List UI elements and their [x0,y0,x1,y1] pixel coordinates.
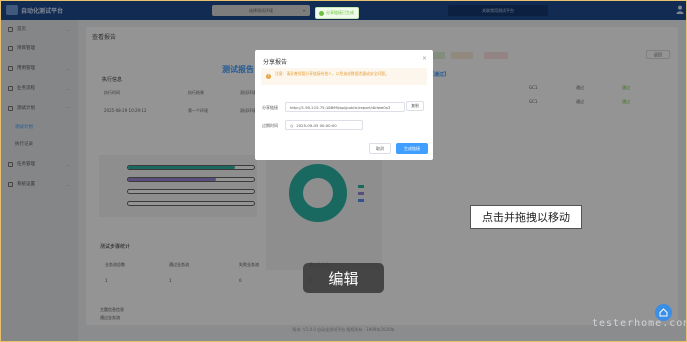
clock-icon: ◷ [290,122,294,128]
warning-alert: ! 注意：请妥善保管分享链接给他人，以免造成数据泄露或安全问题。 [261,68,427,85]
warning-icon: ! [266,74,271,79]
share-link-label: 分享链接 [262,105,278,110]
warning-text: 注意：请妥善保管分享链接给他人，以免造成数据泄露或安全问题。 [275,71,389,76]
expire-time-picker[interactable]: ◷ 2025-09-05 00:00:00 [285,120,363,130]
share-link-input[interactable]: http://1.95.215.75:18899/api/public/repo… [285,102,405,112]
drag-tip[interactable]: 点击并拖拽以移动 [470,205,582,229]
edit-badge[interactable]: 编辑 [303,263,384,293]
success-toast: ✓ 分享链接已生成 [315,7,359,19]
watermark: testerhome.com [592,318,687,329]
toast-text: 分享链接已生成 [326,10,354,15]
edit-badge-text: 编辑 [328,269,359,288]
copy-button[interactable]: 复制 [406,101,424,111]
dialog-title: 分享报告 [263,59,288,66]
generate-link-button[interactable]: 生成链接 [396,143,428,154]
close-icon[interactable]: × [422,55,427,62]
share-link-value: http://1.95.215.75:18899/api/public/repo… [290,104,391,110]
expire-time-value: 2025-09-05 00:00:00 [296,122,337,128]
check-icon: ✓ [319,10,324,16]
home-icon [659,308,668,317]
expire-time-label: 过期时间 [262,123,278,128]
drag-tip-text: 点击并拖拽以移动 [482,211,570,224]
cancel-button[interactable]: 取消 [369,143,391,154]
